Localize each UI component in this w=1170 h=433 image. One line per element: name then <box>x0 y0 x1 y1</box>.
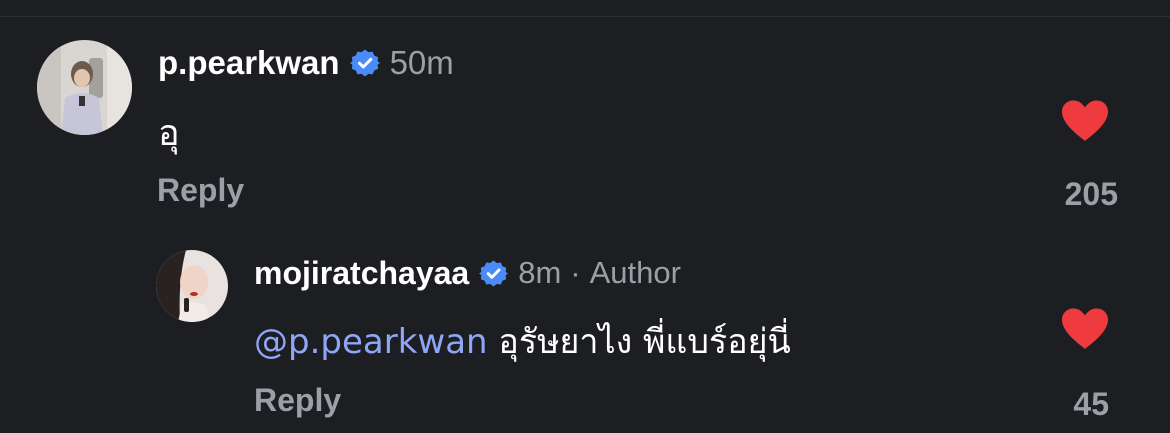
comment-body: อุรัษยาไง พี่แบร์อยุ่นี่ <box>498 322 791 362</box>
comment-header: mojiratchayaa 8m · Author <box>254 252 681 294</box>
verified-badge-icon <box>349 48 380 78</box>
heart-icon[interactable] <box>1060 307 1110 351</box>
heart-icon[interactable] <box>1060 99 1110 143</box>
top-divider <box>0 16 1170 17</box>
like-count: 45 <box>1073 386 1109 422</box>
like-count: 205 <box>1064 176 1118 212</box>
author-label: Author <box>589 255 681 290</box>
avatar[interactable] <box>156 250 228 322</box>
username[interactable]: p.pearkwan <box>158 44 340 82</box>
verified-badge-icon <box>479 259 509 288</box>
comment-header: p.pearkwan 50m <box>158 41 454 85</box>
reply-button[interactable]: Reply <box>157 172 244 209</box>
comment-text: อุ <box>158 113 180 154</box>
timestamp: 8m <box>518 255 562 290</box>
comment-text: @p.pearkwan อุรัษยาไง พี่แบร์อยุ่นี่ <box>254 314 791 368</box>
username[interactable]: mojiratchayaa <box>254 255 469 292</box>
separator-dot: · <box>570 255 581 290</box>
timestamp: 50m <box>389 44 454 81</box>
avatar[interactable] <box>37 40 132 135</box>
mention-link[interactable]: @p.pearkwan <box>254 322 488 362</box>
reply-button[interactable]: Reply <box>254 382 341 419</box>
